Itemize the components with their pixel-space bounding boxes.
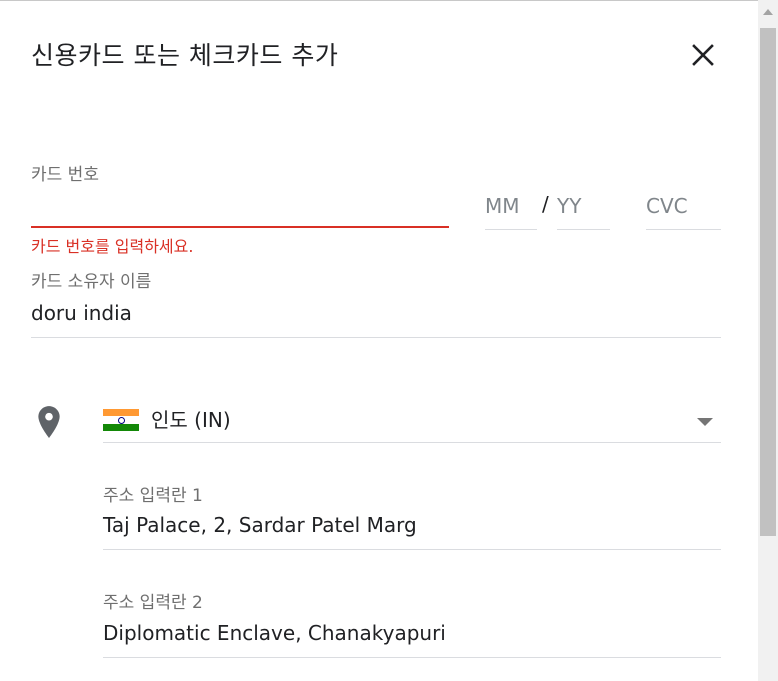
add-card-dialog: 신용카드 또는 체크카드 추가 카드 번호 카드 번호를 입력하세요. MM /… xyxy=(0,0,778,681)
close-icon xyxy=(692,44,714,66)
close-button[interactable] xyxy=(684,36,722,74)
card-number-error: 카드 번호를 입력하세요. xyxy=(31,237,194,256)
chevron-down-icon xyxy=(697,418,713,426)
cvc-underline xyxy=(646,229,721,230)
cardholder-underline xyxy=(31,337,721,338)
country-underline xyxy=(103,442,721,443)
scrollbar[interactable] xyxy=(758,0,778,681)
card-number-input[interactable] xyxy=(31,186,449,226)
location-pin-icon xyxy=(38,406,60,438)
dialog-title: 신용카드 또는 체크카드 추가 xyxy=(31,41,339,70)
scrollbar-thumb[interactable] xyxy=(760,28,776,536)
india-flag-icon xyxy=(103,409,139,431)
address2-input[interactable]: Diplomatic Enclave, Chanakyapuri xyxy=(103,621,446,645)
scroll-up-arrow-icon[interactable] xyxy=(758,0,778,24)
address1-input[interactable]: Taj Palace, 2, Sardar Patel Marg xyxy=(103,513,417,537)
card-number-label: 카드 번호 xyxy=(31,165,99,185)
expiry-separator: / xyxy=(542,192,549,216)
country-value: 인도 (IN) xyxy=(151,408,231,432)
expiry-month-placeholder: MM xyxy=(485,194,520,218)
address1-underline xyxy=(103,549,721,550)
cvc-placeholder: CVC xyxy=(646,194,688,218)
expiry-year-placeholder: YY xyxy=(557,194,582,218)
address2-underline xyxy=(103,657,721,658)
expiry-year-underline xyxy=(557,229,610,230)
cardholder-label: 카드 소유자 이름 xyxy=(31,272,152,292)
expiry-month-input[interactable]: MM xyxy=(485,186,537,229)
address2-label: 주소 입력란 2 xyxy=(103,593,203,613)
country-select[interactable]: 인도 (IN) xyxy=(103,396,721,442)
cvc-input[interactable]: CVC xyxy=(646,186,721,229)
expiry-month-underline xyxy=(485,229,537,230)
expiry-year-input[interactable]: YY xyxy=(557,186,610,229)
address1-label: 주소 입력란 1 xyxy=(103,486,203,506)
cardholder-input[interactable]: doru india xyxy=(31,301,132,325)
card-number-underline xyxy=(31,226,449,228)
dialog-top-border xyxy=(0,0,758,1)
